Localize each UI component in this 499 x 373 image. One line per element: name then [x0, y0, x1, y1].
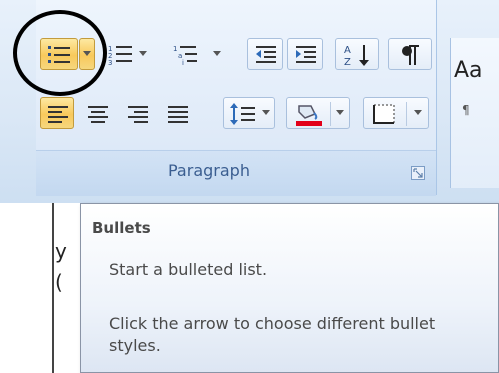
tooltip: Bullets Start a bulleted list. Click the… [80, 203, 499, 373]
borders-button[interactable] [363, 97, 429, 129]
split-divider [330, 102, 331, 126]
multilevel-list-button[interactable]: 1 a i [158, 38, 228, 70]
document-text-fragment: y [55, 239, 67, 263]
chevron-down-icon [213, 51, 221, 56]
sort-button[interactable]: A Z [335, 38, 379, 70]
chevron-down-icon [414, 110, 422, 115]
document-edge [52, 203, 54, 373]
paragraph-group-label: Paragraph [168, 161, 250, 180]
svg-text:A: A [344, 45, 351, 56]
show-formatting-marks-button[interactable] [388, 38, 432, 70]
justify-button[interactable] [160, 97, 194, 129]
show-formatting-marks-icon [402, 45, 419, 65]
chevron-down-icon [336, 110, 344, 115]
center-button[interactable] [80, 97, 114, 129]
align-right-icon [128, 106, 148, 123]
tooltip-description: Start a bulleted list. [109, 260, 268, 279]
center-icon [88, 106, 108, 123]
style-preview-mark: ¶ [462, 103, 470, 117]
sort-icon: A Z [344, 45, 369, 68]
document-text-fragment: ( [55, 270, 63, 294]
align-left-button[interactable] [40, 97, 74, 129]
tooltip-title: Bullets [92, 219, 151, 237]
decrease-indent-icon [256, 46, 276, 63]
shading-button[interactable] [286, 97, 350, 129]
svg-text:i: i [182, 59, 184, 67]
tooltip-help-text: Click the arrow to choose different bull… [109, 314, 436, 355]
increase-indent-icon [296, 46, 316, 63]
align-right-button[interactable] [120, 97, 154, 129]
dialog-launcher-button[interactable] [411, 166, 425, 180]
chevron-down-icon [262, 110, 270, 115]
justify-icon [168, 106, 188, 123]
chevron-down-icon [139, 51, 147, 56]
align-left-icon [48, 106, 68, 123]
style-preview-text[interactable]: Aa [454, 58, 483, 83]
svg-text:1: 1 [173, 45, 177, 53]
decrease-indent-button[interactable] [247, 38, 283, 70]
svg-text:3: 3 [108, 59, 112, 67]
increase-indent-button[interactable] [287, 38, 323, 70]
dialog-launcher-icon [413, 168, 423, 178]
svg-text:Z: Z [344, 57, 351, 68]
line-spacing-button[interactable] [223, 97, 275, 129]
split-divider [406, 102, 407, 126]
highlight-circle [13, 10, 107, 96]
numbering-button[interactable]: 1 2 3 [104, 38, 150, 70]
